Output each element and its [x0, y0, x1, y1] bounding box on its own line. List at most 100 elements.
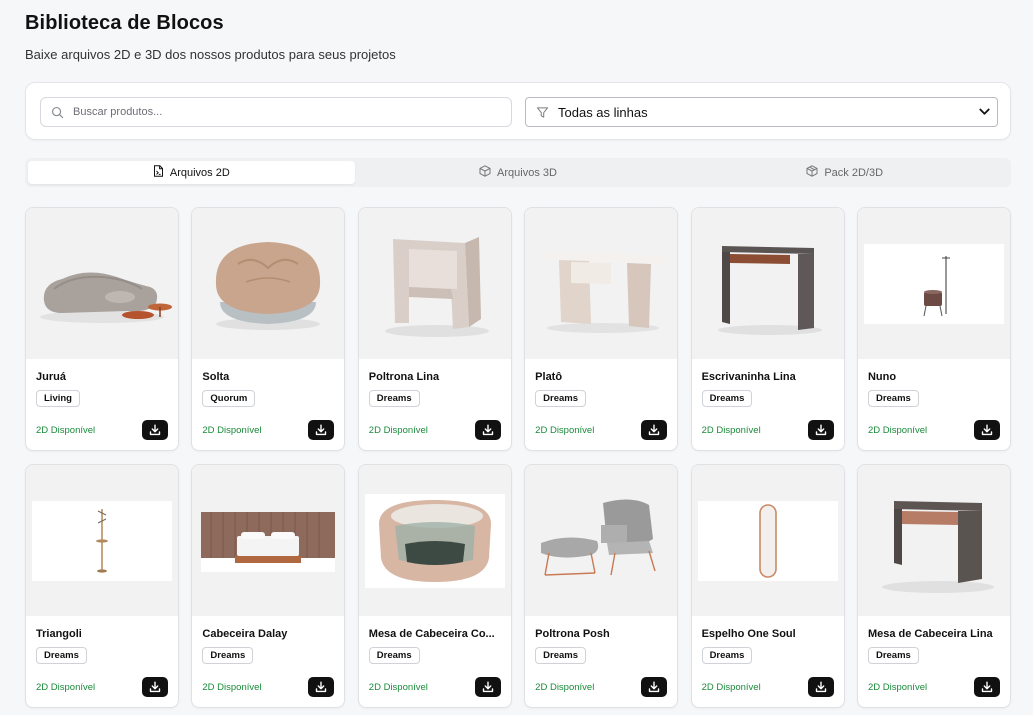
product-name: Poltrona Lina [368, 371, 440, 383]
page-title: Biblioteca de Blocos [25, 12, 224, 34]
product-name: Nuno [867, 371, 897, 383]
product-image [192, 465, 345, 616]
availability-status: 2D Disponível [535, 425, 595, 436]
product-image [691, 208, 844, 359]
download-button[interactable] [142, 677, 168, 697]
availability-status: 2D Disponível [202, 682, 262, 693]
download-icon [981, 424, 993, 436]
product-card[interactable]: Poltrona Lina Dreams 2D Disponível [357, 207, 512, 451]
product-card[interactable]: Mesa de Cabeceira Co... Dreams 2D Dispon… [357, 464, 512, 708]
page-subtitle: Baixe arquivos 2D e 3D dos nossos produt… [25, 47, 396, 62]
product-card[interactable]: Triangoli Dreams 2D Disponível [25, 464, 179, 708]
availability-status: 2D Disponível [535, 682, 595, 693]
product-line-badge: Dreams [36, 647, 87, 664]
product-card[interactable]: Espelho One Soul Dreams 2D Disponível [690, 464, 845, 708]
download-icon [149, 681, 161, 693]
tab-arquivos-3d[interactable]: Arquivos 3D [355, 161, 682, 184]
download-button[interactable] [142, 420, 168, 440]
product-name: Mesa de Cabeceira Co... [368, 628, 495, 640]
product-image [192, 208, 345, 359]
page-header: Biblioteca de Blocos Baixe arquivos 2D e… [25, 12, 396, 62]
product-card[interactable]: Escrivaninha Lina Dreams 2D Disponível [690, 207, 845, 451]
product-name: Triangoli [36, 628, 82, 640]
product-line-badge: Dreams [867, 390, 919, 407]
download-button[interactable] [807, 677, 834, 697]
chevron-down-icon [971, 108, 997, 116]
download-icon [482, 424, 493, 436]
product-card[interactable]: Nuno Dreams 2D Disponível [856, 207, 1011, 451]
product-card[interactable]: Mesa de Cabeceira Lina Dreams 2D Disponí… [856, 464, 1011, 708]
product-line-badge: Quorum [202, 390, 256, 407]
download-icon [149, 424, 161, 436]
product-name: Platô [535, 371, 563, 383]
product-name: Escrivaninha Lina [701, 371, 796, 383]
line-filter-select[interactable]: Todas as linhas [525, 97, 998, 127]
search-icon [41, 106, 73, 119]
product-image [691, 465, 844, 616]
product-line-badge: Dreams [701, 390, 753, 407]
filter-panel: Todas as linhas [25, 82, 1011, 140]
line-filter-value: Todas as linhas [558, 104, 648, 120]
product-line-badge: Dreams [867, 647, 919, 664]
product-line-badge: Dreams [701, 647, 753, 664]
download-icon [648, 424, 660, 436]
availability-status: 2D Disponível [368, 425, 428, 436]
download-button[interactable] [308, 677, 335, 697]
tab-arquivos-2d[interactable]: Arquivos 2D [28, 161, 355, 184]
download-icon [482, 681, 493, 693]
file-2d-icon [153, 165, 164, 180]
download-icon [648, 681, 660, 693]
availability-status: 2D Disponível [368, 682, 428, 693]
tab-label: Arquivos 3D [497, 166, 557, 179]
download-icon [981, 681, 993, 693]
availability-status: 2D Disponível [202, 425, 262, 436]
tab-label: Arquivos 2D [169, 166, 230, 179]
availability-status: 2D Disponível [867, 682, 928, 693]
product-line-badge: Living [36, 390, 80, 407]
product-line-badge: Dreams [535, 390, 587, 407]
product-card[interactable]: Poltrona Posh Dreams 2D Disponível [524, 464, 679, 708]
availability-status: 2D Disponível [701, 682, 761, 693]
availability-status: 2D Disponível [36, 425, 96, 436]
product-image [525, 208, 678, 359]
download-button[interactable] [308, 420, 335, 440]
product-card[interactable]: Cabeceira Dalay Dreams 2D Disponível [191, 464, 346, 708]
download-button[interactable] [474, 420, 501, 440]
product-image [26, 465, 178, 616]
package-icon [806, 165, 818, 180]
product-card[interactable]: Solta Quorum 2D Disponível [191, 207, 346, 451]
file-type-tabs: Arquivos 2D Arquivos 3D Pack 2D/3D [25, 158, 1011, 187]
download-icon [815, 681, 826, 693]
product-name: Juruá [36, 371, 66, 383]
product-name: Espelho One Soul [701, 628, 796, 640]
download-icon [316, 681, 327, 693]
download-button[interactable] [641, 677, 668, 697]
tab-pack-2d-3d[interactable]: Pack 2D/3D [681, 161, 1008, 184]
product-image [857, 465, 1010, 616]
download-button[interactable] [474, 677, 501, 697]
product-line-badge: Dreams [368, 647, 420, 664]
tab-label: Pack 2D/3D [824, 166, 884, 179]
product-name: Cabeceira Dalay [202, 628, 288, 640]
product-name: Mesa de Cabeceira Lina [867, 628, 993, 640]
product-card[interactable]: Platô Dreams 2D Disponível [524, 207, 679, 451]
product-image [525, 465, 678, 616]
product-name: Solta [202, 371, 230, 383]
product-image [857, 208, 1010, 359]
download-icon [815, 424, 826, 436]
product-line-badge: Dreams [535, 647, 587, 664]
download-button[interactable] [641, 420, 668, 440]
search-field[interactable] [40, 97, 512, 127]
download-button[interactable] [973, 420, 1000, 440]
filter-icon [526, 106, 558, 119]
product-image [358, 208, 511, 359]
product-card[interactable]: Juruá Living 2D Disponível [25, 207, 179, 451]
availability-status: 2D Disponível [867, 425, 928, 436]
product-line-badge: Dreams [368, 390, 420, 407]
product-name: Poltrona Posh [535, 628, 610, 640]
download-button[interactable] [973, 677, 1000, 697]
download-button[interactable] [807, 420, 834, 440]
product-image [358, 465, 511, 616]
search-input[interactable] [73, 106, 493, 118]
product-image [26, 208, 178, 359]
